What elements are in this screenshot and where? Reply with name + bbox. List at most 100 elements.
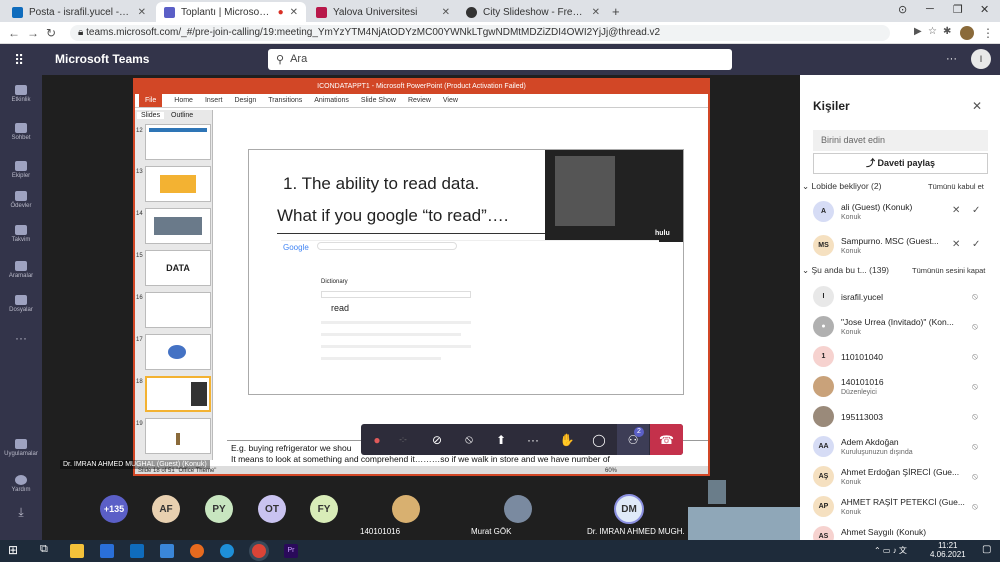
star-icon[interactable]: ☆ xyxy=(928,26,937,37)
ppt-tab-view[interactable]: View xyxy=(443,94,458,107)
participant-row[interactable]: AS Ahmet Saygılı (Konuk) xyxy=(800,522,1000,540)
hang-up-button[interactable]: ☎ xyxy=(650,424,683,455)
share-invite-button[interactable]: ⤴ Daveti paylaş xyxy=(813,153,988,174)
restore-icon[interactable]: ❐ xyxy=(953,3,963,16)
invite-input[interactable]: Birini davet edin xyxy=(813,130,988,151)
url-bar[interactable]: 🔒︎ teams.microsoft.com/_#/pre-join-calli… xyxy=(70,25,890,41)
user-avatar[interactable]: I xyxy=(971,49,991,69)
participant-row[interactable]: 140101016 Düzenleyici ⦸ xyxy=(800,372,1000,402)
rail-calls[interactable]: Aramalar xyxy=(0,261,42,279)
slide-thumbnail[interactable]: DATA xyxy=(145,250,211,286)
participant-row[interactable]: AA Adem Akdoğan Kuruluşunuzun dışında ⦸ xyxy=(800,432,1000,462)
slide-thumbnail[interactable] xyxy=(145,292,211,328)
camera-off-icon[interactable]: ⊘ xyxy=(421,424,453,455)
tab-teams[interactable]: Toplantı | Microsoft Teams●✕ xyxy=(156,2,306,22)
participant-row[interactable]: 1 110101040 ⦸ xyxy=(800,342,1000,372)
participants-button[interactable]: ⚇ xyxy=(617,424,649,455)
tab-yalova[interactable]: Yalova Üniversitesi ✕ xyxy=(308,2,458,22)
ppt-tab-animations[interactable]: Animations xyxy=(314,94,349,107)
slide-thumbnail[interactable] xyxy=(145,166,211,202)
ppt-panel-tab-slides[interactable]: Slides xyxy=(137,112,165,119)
back-icon[interactable]: ← xyxy=(8,26,20,40)
close-icon[interactable]: ✕ xyxy=(972,99,982,113)
camera-icon[interactable]: ▶ xyxy=(914,26,922,37)
mail-icon[interactable] xyxy=(160,544,174,558)
slide-thumbnail[interactable] xyxy=(145,418,211,454)
participant-row[interactable]: AŞ Ahmet Erdoğan ŞİRECİ (Gue... Konuk ⦸ xyxy=(800,462,1000,492)
app-launcher-icon[interactable]: ⠿ xyxy=(14,52,24,69)
new-tab-button[interactable]: + xyxy=(612,4,620,19)
forward-icon[interactable]: → xyxy=(27,26,39,40)
close-icon[interactable]: ✕ xyxy=(290,7,298,18)
deny-icon[interactable]: ✕ xyxy=(952,239,960,250)
accept-icon[interactable]: ✓ xyxy=(972,239,980,250)
more-icon[interactable]: ··· xyxy=(946,53,957,65)
deny-icon[interactable]: ✕ xyxy=(952,205,960,216)
ppt-tab-home[interactable]: Home xyxy=(174,94,193,107)
windows-start-icon[interactable]: ⊞ xyxy=(8,543,18,557)
tab-outlook[interactable]: Posta - israfil.yucel - Outlook✕ xyxy=(4,2,154,22)
window-close-icon[interactable]: ✕ xyxy=(980,3,989,16)
slide-thumbnail[interactable] xyxy=(145,124,211,160)
system-tray-icons[interactable]: ⌃ ▭ ♪ 文 xyxy=(874,545,907,556)
task-view-icon[interactable]: ⧉ xyxy=(40,543,48,556)
firefox-icon[interactable] xyxy=(190,544,204,558)
outlook-app-icon[interactable] xyxy=(130,544,144,558)
ppt-tab-insert[interactable]: Insert xyxy=(205,94,223,107)
participant-row[interactable]: I israfil.yucel ⦸ xyxy=(800,282,1000,312)
premiere-icon[interactable]: Pr xyxy=(284,544,298,558)
ppt-tab-review[interactable]: Review xyxy=(408,94,431,107)
rail-calendar[interactable]: Takvim xyxy=(0,225,42,243)
slide-thumbnail[interactable] xyxy=(145,208,211,244)
mic-off-icon[interactable]: ⦸ xyxy=(453,424,485,455)
overflow-participants[interactable]: +135 xyxy=(100,495,128,523)
mute-all-button[interactable]: Tümünün sesini kapat xyxy=(912,266,985,275)
rail-help[interactable]: Yardım xyxy=(0,475,42,493)
search-input[interactable]: ⚲ Ara xyxy=(268,49,732,70)
share-screen-icon[interactable]: ⬆ xyxy=(485,424,517,455)
chrome-icon[interactable] xyxy=(252,544,266,558)
rail-teams[interactable]: Ekipler xyxy=(0,161,42,179)
raise-hand-icon[interactable]: ✋ xyxy=(551,424,583,455)
slide-thumbnail[interactable] xyxy=(145,334,211,370)
participant-avatar[interactable]: DM xyxy=(614,494,644,524)
ppt-file-tab[interactable]: File xyxy=(139,94,163,107)
browser-menu-icon[interactable]: ⋮ xyxy=(982,26,994,40)
rail-more-icon[interactable]: ··· xyxy=(0,331,42,345)
participant-row[interactable]: 195113003 ⦸ xyxy=(800,402,1000,432)
file-explorer-icon[interactable] xyxy=(70,544,84,558)
ppt-tab-slideshow[interactable]: Slide Show xyxy=(361,94,396,107)
lobby-person[interactable]: A ali (Guest) (Konuk) Konuk ✕ ✓ xyxy=(800,197,1000,227)
participant-avatar[interactable]: AF xyxy=(152,495,180,523)
participant-avatar[interactable]: FY xyxy=(310,495,338,523)
accept-all-button[interactable]: Tümünü kabul et xyxy=(928,182,984,191)
rail-apps[interactable]: Uygulamalar xyxy=(0,439,42,457)
minimize-icon[interactable]: ─ xyxy=(926,3,934,15)
notifications-icon[interactable]: ▢ xyxy=(982,544,991,555)
rail-activity[interactable]: Etkinlik xyxy=(0,85,42,103)
ppt-tab-transitions[interactable]: Transitions xyxy=(268,94,302,107)
clock[interactable]: 11:21 4.06.2021 xyxy=(930,541,966,559)
ppt-panel-tab-outline[interactable]: Outline xyxy=(167,112,197,119)
chat-bubble-icon[interactable]: ◯ xyxy=(583,424,615,455)
participant-avatar[interactable]: OT xyxy=(258,495,286,523)
participant-row[interactable]: AP AHMET RAŞİT PETEKCİ (Gue... Konuk ⦸ xyxy=(800,492,1000,522)
lobby-header[interactable]: ⌄ Lobide bekliyor (2) xyxy=(802,181,881,192)
rail-files[interactable]: Dosyalar xyxy=(0,295,42,313)
store-icon[interactable] xyxy=(100,544,114,558)
profile-avatar[interactable] xyxy=(960,26,974,40)
tab-slideshow[interactable]: City Slideshow - Free Premiere Pr✕ xyxy=(458,2,608,22)
download-icon[interactable]: ⤓ xyxy=(0,505,42,520)
more-actions-icon[interactable]: ··· xyxy=(517,424,549,455)
lobby-person[interactable]: MS Sampurno. MSC (Guest... Konuk ✕ ✓ xyxy=(800,231,1000,261)
edge-icon[interactable] xyxy=(220,544,234,558)
participant-row[interactable]: ● "Jose Urrea (Invitado)" (Kon... Konuk … xyxy=(800,312,1000,342)
close-icon[interactable]: ✕ xyxy=(592,7,600,18)
in-meeting-header[interactable]: ⌄ Şu anda bu t... (139) xyxy=(802,265,889,276)
close-icon[interactable]: ✕ xyxy=(442,7,450,18)
ppt-tab-design[interactable]: Design xyxy=(234,94,256,107)
extensions-icon[interactable]: ✱ xyxy=(943,26,951,37)
rail-assignments[interactable]: Ödevler xyxy=(0,191,42,209)
slide-thumbnail-selected[interactable] xyxy=(145,376,211,412)
tab-search-icon[interactable]: ⊙ xyxy=(898,3,907,16)
